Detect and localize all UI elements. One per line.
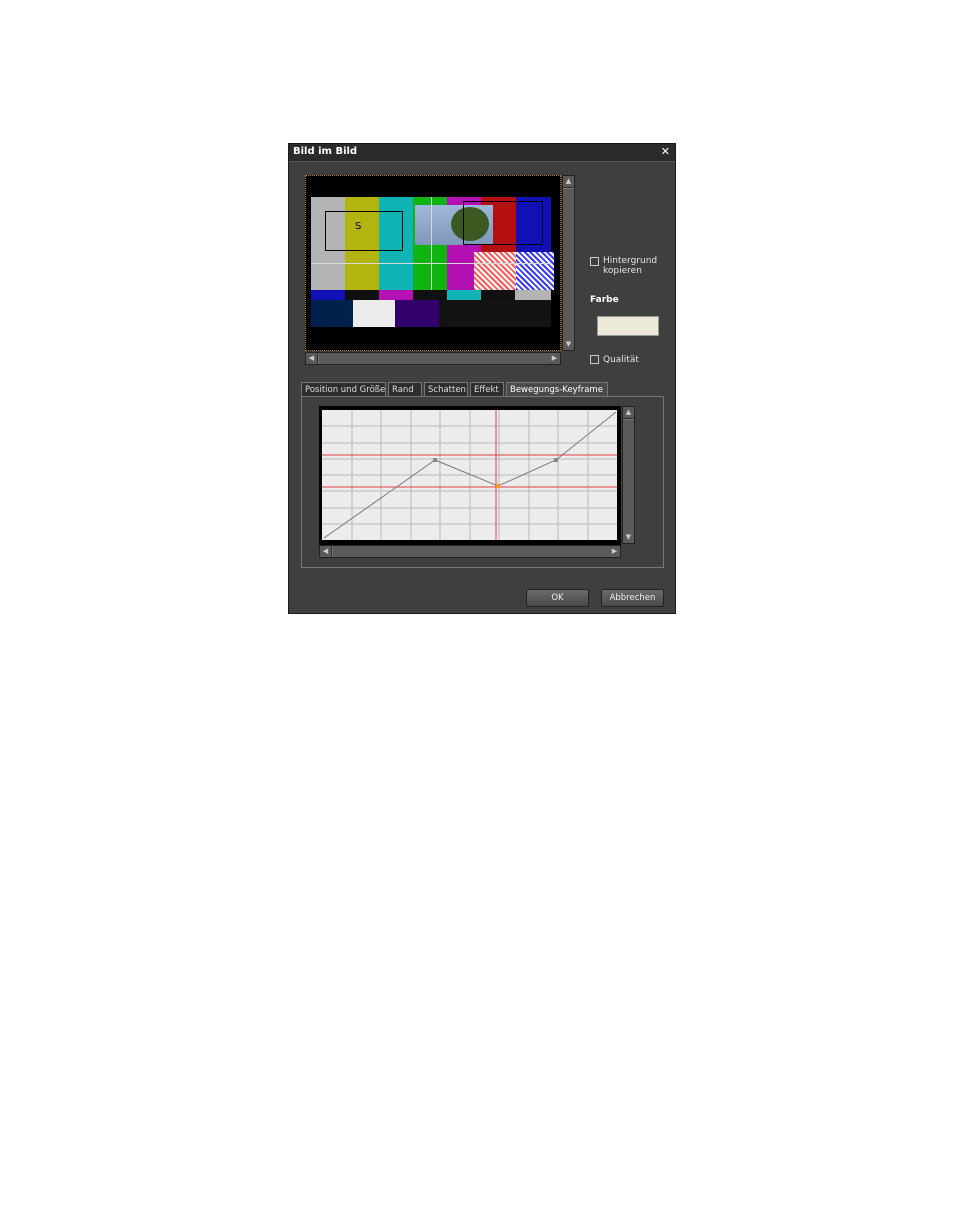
qualitaet-option[interactable]: Qualität [590,354,650,366]
scroll-thumb[interactable] [318,353,550,364]
hintergrund-kopieren-option[interactable]: Hintergrund kopieren [590,256,670,280]
tab-position-und-groesse[interactable]: Position und Größe [301,382,386,397]
qualitaet-checkbox[interactable] [590,355,599,364]
arrow-left-icon[interactable]: ◀ [320,546,331,557]
preview-horizontal-scrollbar[interactable]: ◀ ▶ [305,352,561,365]
qualitaet-label: Qualität [603,355,639,365]
arrow-right-icon[interactable]: ▶ [609,546,620,557]
scroll-thumb[interactable] [563,188,574,340]
farbe-label: Farbe [590,295,619,305]
preview-letter: S [355,221,362,232]
keyframe-graph[interactable] [322,410,617,540]
arrow-left-icon[interactable]: ◀ [306,353,317,364]
tab-schatten[interactable]: Schatten [424,382,468,397]
arrow-down-icon[interactable]: ▼ [563,339,574,350]
arrow-down-icon[interactable]: ▼ [623,532,634,543]
graph-vertical-scrollbar[interactable]: ▲ ▼ [622,406,635,544]
title-bar[interactable]: Bild im Bild ✕ [289,144,675,162]
preview-canvas[interactable]: S [305,175,561,351]
color-bars: S [311,197,554,327]
ok-button[interactable]: OK [526,589,589,607]
hintergrund-label-line2: kopieren [603,266,642,276]
tab-effekt[interactable]: Effekt [470,382,504,397]
tab-bewegungs-keyframe[interactable]: Bewegungs-Keyframe [506,382,608,397]
arrow-up-icon[interactable]: ▲ [563,176,574,187]
cancel-button[interactable]: Abbrechen [601,589,664,607]
scroll-thumb[interactable] [332,546,610,557]
hintergrund-label-line1: Hintergrund [603,256,658,266]
graph-horizontal-scrollbar[interactable]: ◀ ▶ [319,545,621,558]
tab-rand[interactable]: Rand [388,382,422,397]
hintergrund-kopieren-checkbox[interactable] [590,257,599,266]
dialog-title: Bild im Bild [293,146,358,157]
close-icon[interactable]: ✕ [661,145,670,158]
scroll-thumb[interactable] [623,419,634,533]
farbe-color-swatch[interactable] [597,316,659,336]
arrow-up-icon[interactable]: ▲ [623,407,634,418]
arrow-right-icon[interactable]: ▶ [549,353,560,364]
preview-vertical-scrollbar[interactable]: ▲ ▼ [562,175,575,351]
bild-im-bild-dialog: Bild im Bild ✕ S ▲ ▼ ◀ ▶ Hintergrund kop… [288,143,676,614]
